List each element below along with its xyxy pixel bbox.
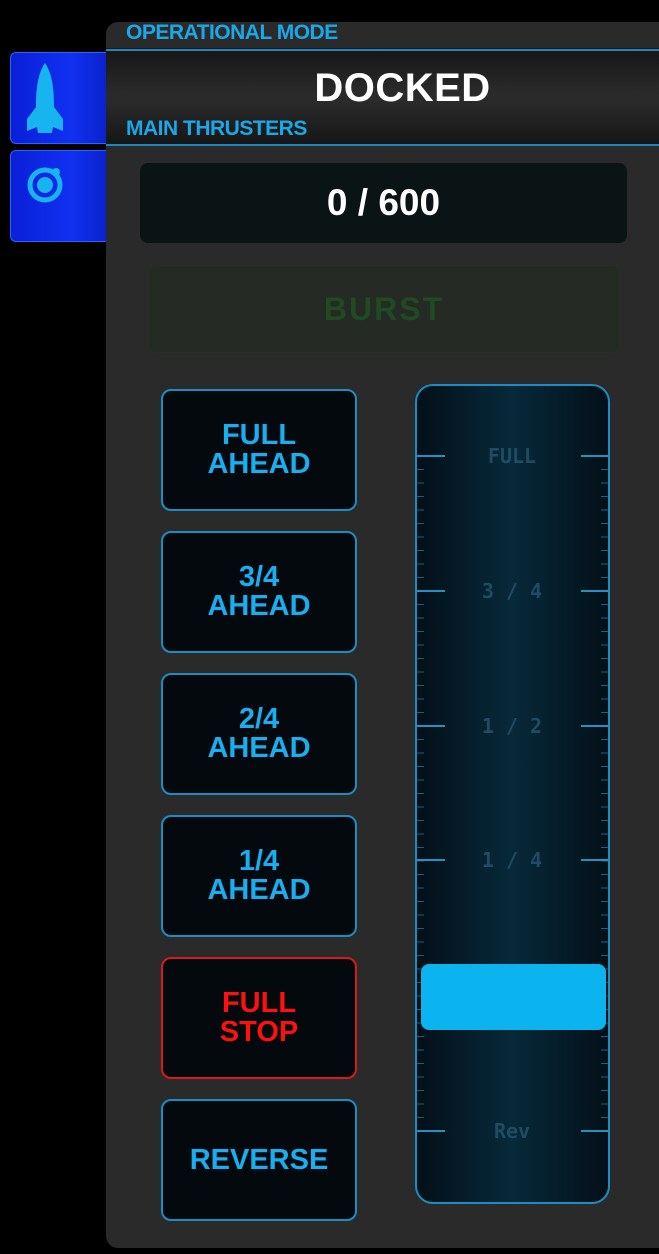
- throttle-handle[interactable]: [421, 964, 606, 1030]
- full-ahead-button[interactable]: FULL AHEAD: [161, 389, 357, 511]
- order-label-line2: AHEAD: [207, 590, 311, 622]
- thrust-readout: 0 / 600: [140, 163, 627, 243]
- operational-mode-label: OPERATIONAL MODE: [126, 21, 338, 44]
- half-ahead-button[interactable]: 2/4 AHEAD: [161, 673, 357, 795]
- full-stop-button[interactable]: FULL STOP: [161, 957, 357, 1079]
- scale-label-three-quarter: 3 / 4: [482, 579, 542, 603]
- burst-button[interactable]: BURST: [148, 265, 620, 353]
- tab-ship[interactable]: [10, 52, 112, 144]
- order-label-line2: AHEAD: [207, 874, 311, 906]
- reverse-button[interactable]: REVERSE: [161, 1099, 357, 1221]
- scale-label-quarter: 1 / 4: [482, 848, 542, 872]
- order-label-line1: FULL: [221, 987, 297, 1019]
- ship-icon: [23, 61, 67, 146]
- header-divider-top: [106, 49, 659, 51]
- scale-label-half: 1 / 2: [482, 714, 542, 738]
- scale-label-full: FULL: [488, 444, 536, 468]
- three-quarter-ahead-button[interactable]: 3/4 AHEAD: [161, 531, 357, 653]
- thruster-panel: OPERATIONAL MODE DOCKED MAIN THRUSTERS 0…: [106, 22, 659, 1248]
- order-label-line1: 2/4: [238, 703, 280, 735]
- order-label-line2: AHEAD: [207, 448, 311, 480]
- order-label-line1: REVERSE: [189, 1143, 329, 1176]
- scale-label-reverse: Rev: [494, 1119, 530, 1143]
- orbit-icon: [25, 165, 65, 210]
- main-thrusters-label: MAIN THRUSTERS: [126, 117, 307, 140]
- order-label-line1: 1/4: [238, 845, 280, 877]
- order-label-line1: FULL: [221, 419, 297, 451]
- throttle-scale: FULL 3 / 4 1 / 2 1 / 4 Rev: [417, 444, 608, 1143]
- order-label-line2: AHEAD: [207, 732, 311, 764]
- tab-orbit[interactable]: [10, 150, 112, 242]
- quarter-ahead-button[interactable]: 1/4 AHEAD: [161, 815, 357, 937]
- throttle-slider[interactable]: FULL 3 / 4 1 / 2 1 / 4 Rev: [415, 384, 610, 1204]
- order-label-line2: STOP: [219, 1016, 299, 1048]
- order-label-line1: 3/4: [238, 561, 280, 593]
- operational-mode-value: DOCKED: [314, 66, 491, 110]
- header-divider-bottom: [106, 144, 659, 146]
